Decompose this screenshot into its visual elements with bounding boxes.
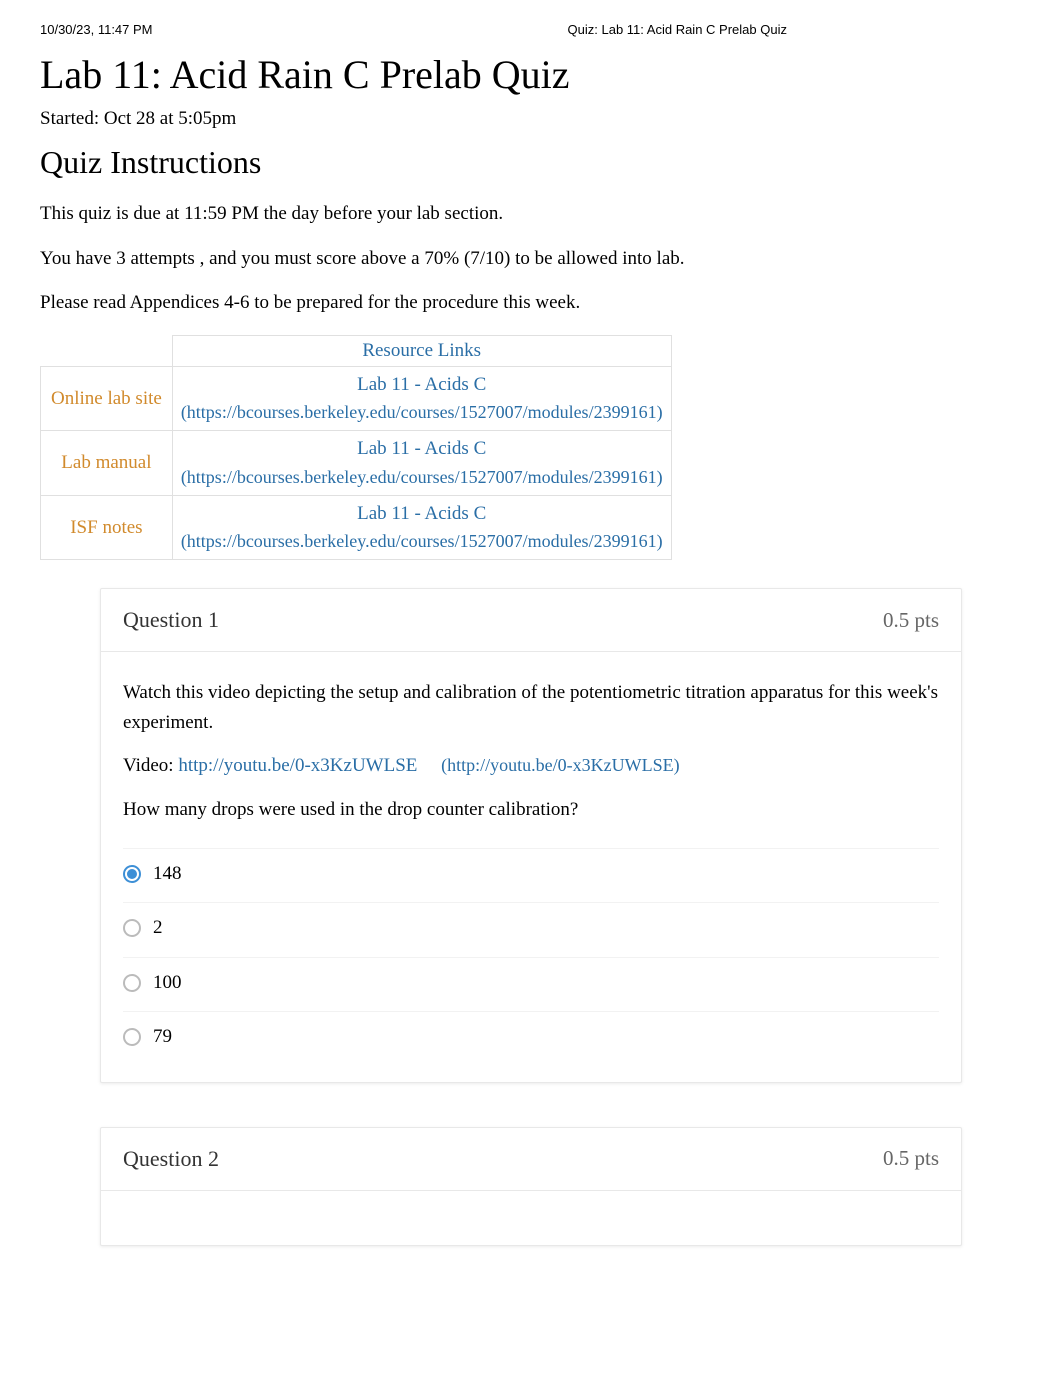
question-2: Question 2 0.5 pts — [100, 1127, 962, 1246]
radio-icon[interactable] — [123, 974, 141, 992]
resource-links-caption: Resource Links — [172, 335, 671, 366]
table-row: Lab manual Lab 11 - Acids C (https://bco… — [41, 431, 672, 496]
question-body: Watch this video depicting the setup and… — [101, 652, 961, 1082]
resource-link-url[interactable]: (https://bcourses.berkeley.edu/courses/1… — [181, 464, 663, 491]
started-text: Started: Oct 28 at 5:05pm — [40, 108, 1022, 130]
question-text-2: How many drops were used in the drop cou… — [123, 795, 939, 824]
instructions-heading: Quiz Instructions — [40, 144, 1022, 181]
radio-icon[interactable] — [123, 919, 141, 937]
radio-icon[interactable] — [123, 1028, 141, 1046]
radio-selected-icon[interactable] — [123, 865, 141, 883]
question-video-line: Video: http://youtu.be/0-x3KzUWLSE (http… — [123, 751, 939, 780]
table-row: Online lab site Lab 11 - Acids C (https:… — [41, 366, 672, 431]
resource-row-label: ISF notes — [41, 495, 173, 560]
resource-row-label: Lab manual — [41, 431, 173, 496]
print-doc-title: Quiz: Lab 11: Acid Rain C Prelab Quiz — [153, 22, 1022, 37]
question-body — [101, 1191, 961, 1245]
question-text-1: Watch this video depicting the setup and… — [123, 678, 939, 737]
video-link[interactable]: http://youtu.be/0-x3KzUWLSE — [178, 755, 417, 776]
resource-row-label: Online lab site — [41, 366, 173, 431]
instructions-line-1: This quiz is due at 11:59 PM the day bef… — [40, 201, 1022, 228]
question-label: Question 1 — [123, 607, 219, 633]
resource-links-table: Resource Links Online lab site Lab 11 - … — [40, 335, 672, 561]
resource-link[interactable]: Lab 11 - Acids C — [181, 371, 663, 400]
answer-label: 79 — [153, 1022, 172, 1051]
print-timestamp: 10/30/23, 11:47 PM — [40, 22, 153, 37]
print-header: 10/30/23, 11:47 PM Quiz: Lab 11: Acid Ra… — [0, 0, 1062, 45]
answer-label: 148 — [153, 859, 182, 888]
question-label: Question 2 — [123, 1146, 219, 1172]
instructions-line-2: You have 3 attempts , and you must score… — [40, 246, 1022, 273]
question-points: 0.5 pts — [883, 608, 939, 633]
question-1: Question 1 0.5 pts Watch this video depi… — [100, 588, 962, 1083]
question-points: 0.5 pts — [883, 1146, 939, 1171]
question-header: Question 2 0.5 pts — [101, 1128, 961, 1191]
instructions-line-3: Please read Appendices 4-6 to be prepare… — [40, 290, 1022, 317]
answer-option[interactable]: 148 — [123, 848, 939, 898]
answer-label: 2 — [153, 913, 163, 942]
table-row: ISF notes Lab 11 - Acids C (https://bcou… — [41, 495, 672, 560]
answer-list: 148 2 100 79 — [123, 848, 939, 1062]
resource-link[interactable]: Lab 11 - Acids C — [181, 435, 663, 464]
resource-link-url[interactable]: (https://bcourses.berkeley.edu/courses/1… — [181, 399, 663, 426]
resource-link[interactable]: Lab 11 - Acids C — [181, 500, 663, 529]
page-title: Lab 11: Acid Rain C Prelab Quiz — [40, 51, 1022, 98]
video-link-paren[interactable]: (http://youtu.be/0-x3KzUWLSE) — [441, 755, 679, 775]
answer-option[interactable]: 79 — [123, 1011, 939, 1061]
answer-label: 100 — [153, 968, 182, 997]
answer-option[interactable]: 100 — [123, 957, 939, 1007]
resource-link-url[interactable]: (https://bcourses.berkeley.edu/courses/1… — [181, 528, 663, 555]
question-header: Question 1 0.5 pts — [101, 589, 961, 652]
answer-option[interactable]: 2 — [123, 902, 939, 952]
